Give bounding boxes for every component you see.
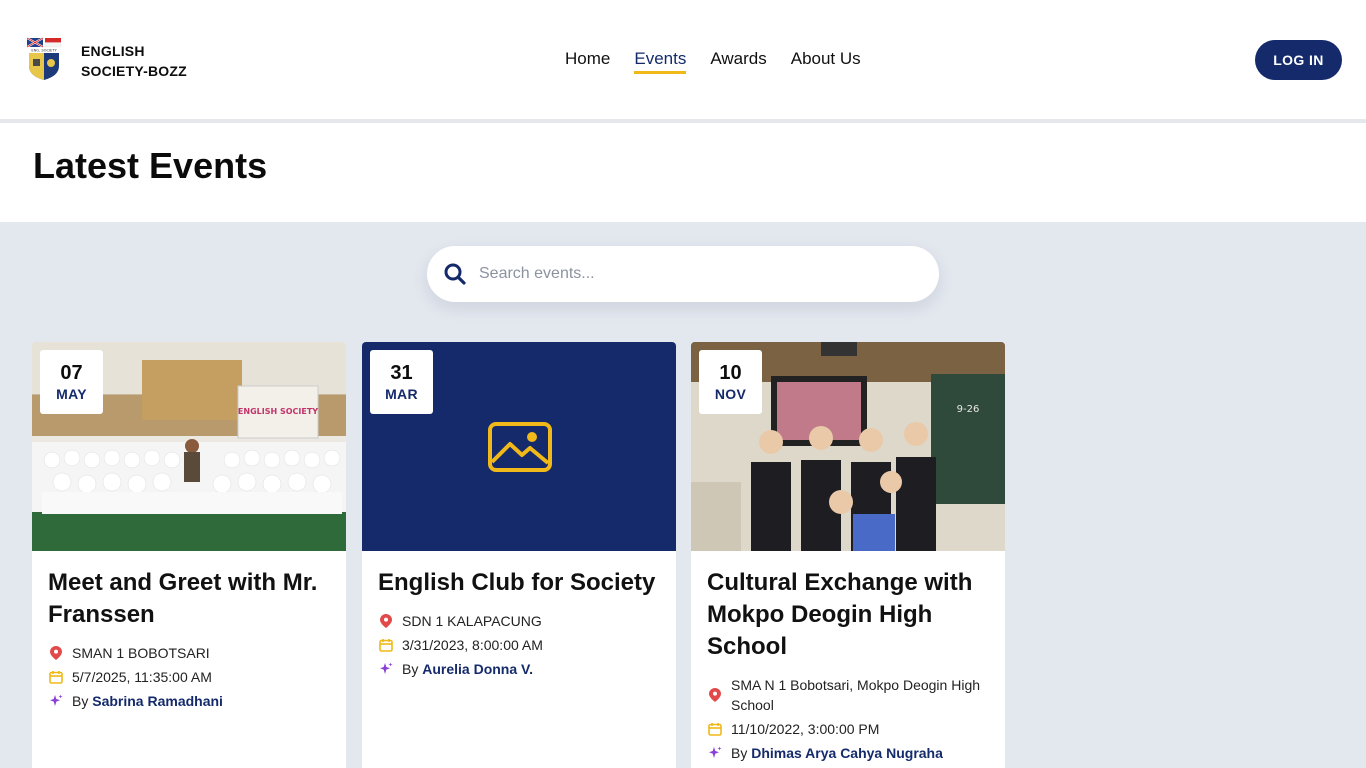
event-datetime-row: 5/7/2025, 11:35:00 AM xyxy=(48,667,338,687)
brand-line-2: SOCIETY-BOZZ xyxy=(81,63,187,79)
event-title[interactable]: Meet and Greet with Mr. Franssen xyxy=(48,567,338,631)
by-prefix: By xyxy=(402,661,419,677)
location-pin-icon xyxy=(378,611,394,631)
sparkle-icon xyxy=(48,691,64,711)
nav-awards[interactable]: Awards xyxy=(710,49,766,74)
date-badge: 07 MAY xyxy=(40,350,103,414)
event-card-body: Meet and Greet with Mr. Franssen SMAN 1 … xyxy=(48,567,338,715)
login-button[interactable]: LOG IN xyxy=(1255,40,1342,80)
page-title: Latest Events xyxy=(33,145,268,186)
sparkle-icon xyxy=(707,743,723,763)
nav-about-us[interactable]: About Us xyxy=(791,49,861,74)
date-day: 10 xyxy=(719,362,742,384)
search-input[interactable] xyxy=(479,265,899,283)
by-prefix: By xyxy=(731,745,748,761)
svg-text:9-26: 9-26 xyxy=(957,404,980,415)
event-card[interactable]: 31 MAR English Club for Society SDN 1 KA… xyxy=(362,342,676,768)
image-placeholder-icon xyxy=(488,422,552,472)
english-society-logo[interactable]: ENG. SOCIETY xyxy=(23,36,65,82)
event-card[interactable]: 9-26 10 NOV Cultural Exchange with Mokpo… xyxy=(691,342,1005,768)
event-datetime-row: 3/31/2023, 8:00:00 AM xyxy=(378,635,668,655)
event-author-row: By Dhimas Arya Cahya Nugraha xyxy=(707,743,997,763)
event-author[interactable]: Aurelia Donna V. xyxy=(422,661,533,677)
sparkle-icon xyxy=(378,659,394,679)
date-month: MAR xyxy=(385,386,418,402)
calendar-icon xyxy=(48,667,64,687)
calendar-icon xyxy=(378,635,394,655)
by-prefix: By xyxy=(72,693,89,709)
event-location: SMAN 1 BOBOTSARI xyxy=(72,645,210,661)
date-badge: 31 MAR xyxy=(370,350,433,414)
event-location-row: SDN 1 KALAPACUNG xyxy=(378,611,668,631)
event-author[interactable]: Dhimas Arya Cahya Nugraha xyxy=(751,745,943,761)
date-day: 07 xyxy=(60,362,83,384)
event-author-row: By Sabrina Ramadhani xyxy=(48,691,338,711)
nav-home[interactable]: Home xyxy=(565,49,610,74)
main-nav: Home Events Awards About Us xyxy=(565,49,861,74)
date-badge: 10 NOV xyxy=(699,350,762,414)
event-location: SMA N 1 Bobotsari, Mokpo Deogin High Sch… xyxy=(731,677,981,713)
event-author-row: By Aurelia Donna V. xyxy=(378,659,668,679)
svg-text:ENG. SOCIETY: ENG. SOCIETY xyxy=(31,49,57,53)
date-month: MAY xyxy=(56,386,87,402)
event-location-row: SMA N 1 Bobotsari, Mokpo Deogin High Sch… xyxy=(707,675,997,715)
brand-line-1: ENGLISH xyxy=(81,43,145,59)
svg-text:ENGLISH SOCIETY: ENGLISH SOCIETY xyxy=(238,407,318,416)
event-datetime: 5/7/2025, 11:35:00 AM xyxy=(72,669,212,685)
date-month: NOV xyxy=(714,386,747,402)
event-datetime: 3/31/2023, 8:00:00 AM xyxy=(402,637,543,653)
nav-events[interactable]: Events xyxy=(634,49,687,74)
event-meta: SMAN 1 BOBOTSARI 5/7/2025, 11:35:00 AM B… xyxy=(48,643,338,711)
event-author[interactable]: Sabrina Ramadhani xyxy=(92,693,223,709)
event-card[interactable]: ENGLISH SOCIETY 07 MAY Meet and Greet wi… xyxy=(32,342,346,768)
date-day: 31 xyxy=(390,362,413,384)
event-location: SDN 1 KALAPACUNG xyxy=(402,613,542,629)
page-title-band: Latest Events xyxy=(0,123,1366,222)
event-card-body: Cultural Exchange with Mokpo Deogin High… xyxy=(707,567,997,767)
search-icon xyxy=(444,263,466,285)
location-pin-icon xyxy=(48,643,64,663)
event-meta: SDN 1 KALAPACUNG 3/31/2023, 8:00:00 AM B… xyxy=(378,611,668,679)
event-datetime-row: 11/10/2022, 3:00:00 PM xyxy=(707,719,997,739)
event-title[interactable]: Cultural Exchange with Mokpo Deogin High… xyxy=(707,567,997,663)
location-pin-icon xyxy=(707,675,723,715)
calendar-icon xyxy=(707,719,723,739)
event-card-body: English Club for Society SDN 1 KALAPACUN… xyxy=(378,567,668,683)
brand-name[interactable]: ENGLISH SOCIETY-BOZZ xyxy=(81,41,187,81)
event-location-row: SMAN 1 BOBOTSARI xyxy=(48,643,338,663)
search-bar[interactable] xyxy=(427,246,939,302)
event-datetime: 11/10/2022, 3:00:00 PM xyxy=(731,721,880,737)
site-header: ENG. SOCIETY ENGLISH SOCIETY-BOZZ Home E… xyxy=(0,0,1366,121)
event-title[interactable]: English Club for Society xyxy=(378,567,668,599)
event-meta: SMA N 1 Bobotsari, Mokpo Deogin High Sch… xyxy=(707,675,997,763)
